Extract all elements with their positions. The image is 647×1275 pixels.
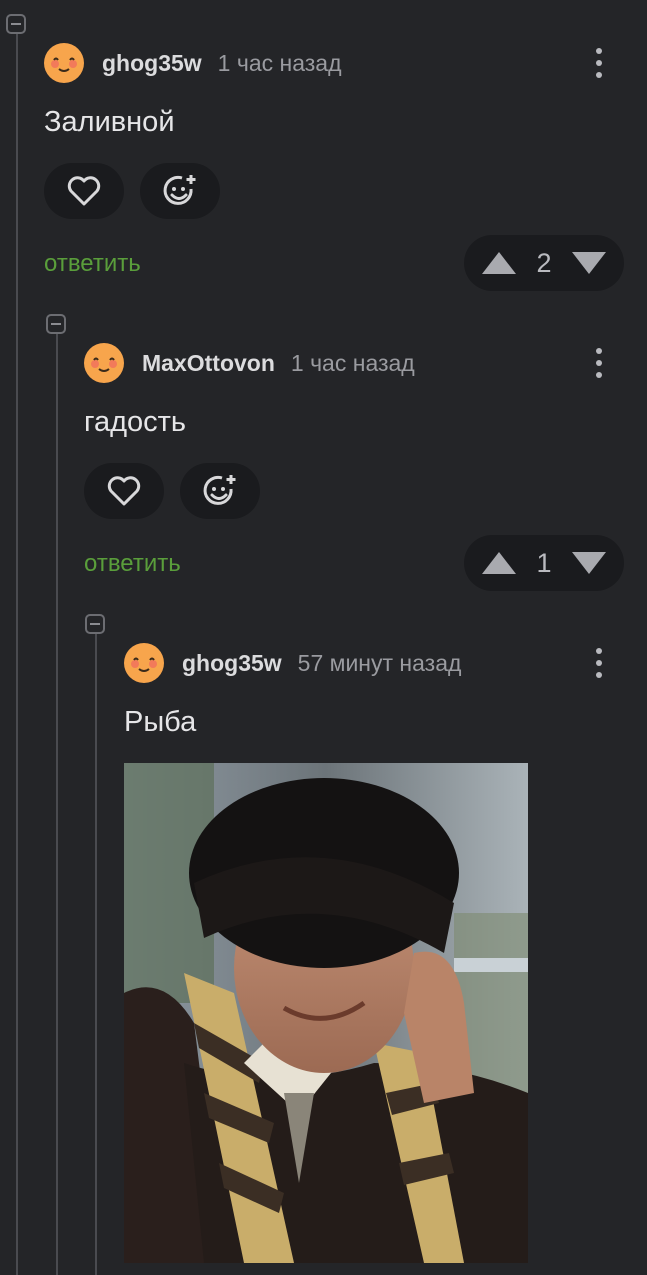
comment-text: гадость [84,406,187,438]
vote-count: 1 [536,547,552,578]
timestamp: 1 час назад [217,49,342,76]
arrow-up-icon[interactable] [482,552,516,574]
comment: ghog35w 1 час назад Заливной ответить 2 [0,0,647,300]
more-vertical-icon[interactable] [594,46,604,80]
heart-icon [67,176,101,206]
comment-image[interactable] [124,763,528,1263]
comment-header: ghog35w 57 минут назад [124,643,461,683]
like-button[interactable] [84,463,164,519]
add-reaction-button[interactable] [180,463,260,519]
heart-icon [107,476,141,506]
username[interactable]: MaxOttovon [142,350,275,377]
username[interactable]: ghog35w [182,650,282,677]
reply-link[interactable]: ответить [84,550,181,578]
vote-control: 1 [464,535,624,591]
comment-text: Рыба [124,706,197,738]
more-vertical-icon[interactable] [594,646,604,680]
add-emoji-icon [163,175,196,205]
arrow-down-icon[interactable] [572,552,606,574]
comment-text: Заливной [44,106,175,138]
comment: MaxOttovon 1 час назад гадость ответить … [0,300,647,600]
comment-header: ghog35w 1 час назад [44,43,342,83]
more-vertical-icon[interactable] [594,346,604,380]
arrow-down-icon[interactable] [572,252,606,274]
vote-control: 2 [464,235,624,291]
timestamp: 1 час назад [290,349,415,376]
add-reaction-button[interactable] [140,163,220,219]
reply-link[interactable]: ответить [44,250,141,278]
like-button[interactable] [44,163,124,219]
avatar[interactable] [124,643,164,683]
comment-header: MaxOttovon 1 час назад [84,343,415,383]
arrow-up-icon[interactable] [482,252,516,274]
avatar[interactable] [44,43,84,83]
add-emoji-icon [203,475,236,505]
vote-count: 2 [536,247,552,278]
username[interactable]: ghog35w [102,50,202,77]
avatar[interactable] [84,343,124,383]
timestamp: 57 минут назад [297,649,462,676]
